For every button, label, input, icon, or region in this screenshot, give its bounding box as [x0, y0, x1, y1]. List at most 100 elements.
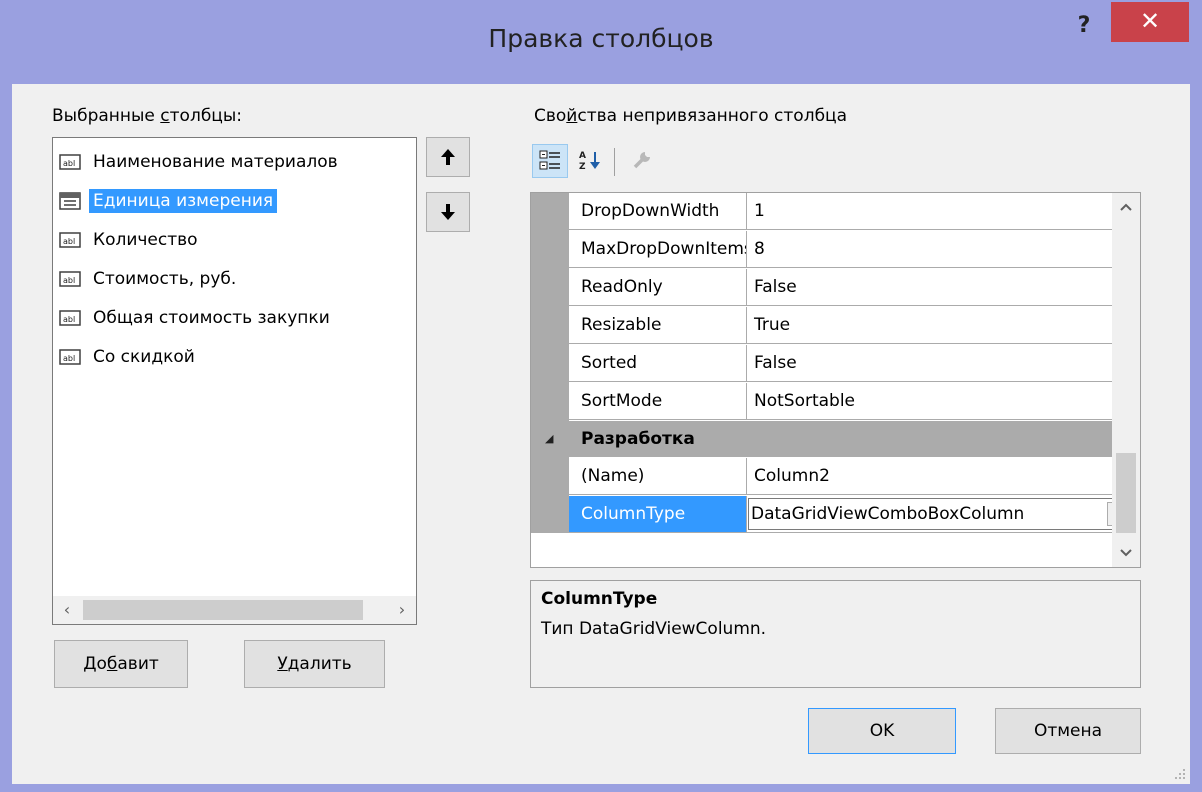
help-description: Тип DataGridViewColumn. — [541, 619, 767, 639]
property-grid: DropDownWidth 1 MaxDropDownItems 8 ReadO… — [530, 192, 1141, 568]
dialog-window: Правка столбцов ? ✕ Выбранные столбцы: a… — [0, 0, 1202, 792]
alphabetical-view-button[interactable]: AZ — [572, 144, 608, 178]
help-button[interactable]: ? — [1064, 10, 1104, 46]
btn-access-key: б — [106, 654, 118, 674]
svg-text:Z: Z — [579, 162, 586, 171]
property-row-dropdownwidth[interactable]: DropDownWidth 1 — [569, 193, 1137, 230]
svg-text:abl: abl — [63, 237, 75, 246]
category-row-design[interactable]: ◢ Разработка — [531, 421, 1137, 457]
selected-columns-label: Выбранные столбцы: — [52, 106, 242, 126]
window-title: Правка столбцов — [488, 24, 714, 53]
property-row-sorted[interactable]: Sorted False — [569, 345, 1137, 382]
property-name: ColumnType — [569, 496, 747, 532]
collapse-triangle-icon[interactable]: ◢ — [545, 421, 553, 457]
category-name: Разработка — [581, 429, 695, 449]
label-part: Сво — [534, 106, 567, 126]
arrow-up-icon — [441, 149, 455, 165]
list-item-4[interactable]: abl Общая стоимость закупки — [59, 302, 334, 334]
svg-text:abl: abl — [63, 276, 75, 285]
columntype-combobox[interactable]: DataGridViewComboBoxColumn — [748, 498, 1134, 530]
property-row-columntype[interactable]: ColumnType DataGridViewComboBoxColumn — [569, 496, 1137, 533]
property-row-readonly[interactable]: ReadOnly False — [569, 269, 1137, 306]
btn-text: До — [83, 654, 107, 674]
column-label: Наименование материалов — [93, 152, 338, 172]
combobox-value: DataGridViewComboBoxColumn — [751, 504, 1025, 524]
property-name: (Name) — [569, 458, 747, 494]
cancel-button[interactable]: Отмена — [995, 708, 1141, 754]
property-value[interactable]: False — [748, 269, 1137, 305]
unbound-column-properties-label: Свойства непривязанного столбца — [534, 106, 847, 126]
svg-text:abl: abl — [63, 315, 75, 324]
btn-access-key: У — [277, 654, 288, 674]
textbox-column-icon: abl — [59, 349, 81, 365]
scroll-down-icon[interactable] — [1112, 539, 1140, 567]
list-item-3[interactable]: abl Стоимость, руб. — [59, 263, 240, 295]
property-value[interactable]: False — [748, 345, 1137, 381]
scroll-left-icon[interactable]: ‹ — [53, 596, 81, 624]
property-value[interactable]: True — [748, 307, 1137, 343]
toolbar-separator — [614, 148, 615, 176]
combobox-column-icon — [59, 192, 81, 210]
column-label: Стоимость, руб. — [93, 269, 237, 289]
btn-text: далить — [287, 654, 352, 674]
scroll-up-icon[interactable] — [1112, 193, 1140, 221]
scroll-thumb[interactable] — [1116, 453, 1136, 533]
btn-text: авит — [117, 654, 159, 674]
grid-margin — [531, 193, 569, 533]
resize-grip-icon[interactable] — [1172, 766, 1186, 780]
property-row-name[interactable]: (Name) Column2 — [569, 458, 1137, 495]
categorized-view-button[interactable] — [532, 144, 568, 178]
textbox-column-icon: abl — [59, 271, 81, 287]
label-part: Выбранные — [52, 106, 161, 126]
svg-text:abl: abl — [63, 159, 75, 168]
label-access-key: с — [160, 106, 170, 126]
column-label: Количество — [93, 230, 198, 250]
property-value[interactable]: 8 — [748, 231, 1137, 267]
property-name: MaxDropDownItems — [569, 231, 747, 267]
remove-button[interactable]: Удалить — [244, 640, 385, 688]
property-name: SortMode — [569, 383, 747, 419]
property-value-cell: DataGridViewComboBoxColumn — [748, 496, 1137, 532]
column-label: Единица измерения — [89, 189, 278, 213]
textbox-column-icon: abl — [59, 154, 81, 170]
sort-az-icon: AZ — [579, 151, 600, 172]
label-part: ства непривязанного столбца — [577, 106, 848, 126]
property-pages-button[interactable] — [624, 144, 660, 178]
column-label: Со скидкой — [93, 347, 195, 367]
property-name: ReadOnly — [569, 269, 747, 305]
property-value[interactable]: Column2 — [748, 458, 1137, 494]
textbox-column-icon: abl — [59, 310, 81, 326]
property-value[interactable]: NotSortable — [748, 383, 1137, 419]
svg-text:abl: abl — [63, 354, 75, 363]
property-name: Sorted — [569, 345, 747, 381]
svg-text:A: A — [579, 151, 586, 161]
dialog-client-area: Выбранные столбцы: abl Наименование матер… — [12, 84, 1190, 784]
label-part: толбцы: — [169, 106, 243, 126]
horizontal-scrollbar[interactable]: ‹ › — [53, 596, 416, 624]
property-row-maxdropdownitems[interactable]: MaxDropDownItems 8 — [569, 231, 1137, 268]
list-item-5[interactable]: abl Со скидкой — [59, 341, 199, 373]
textbox-column-icon: abl — [59, 232, 81, 248]
scroll-thumb[interactable] — [83, 600, 363, 620]
property-name: Resizable — [569, 307, 747, 343]
close-button[interactable]: ✕ — [1111, 2, 1189, 42]
vertical-scrollbar[interactable] — [1112, 193, 1140, 567]
list-item-1[interactable]: Единица измерения — [59, 185, 278, 217]
wrench-icon — [633, 152, 650, 169]
list-item-2[interactable]: abl Количество — [59, 224, 202, 256]
title-bar: Правка столбцов ? ✕ — [0, 0, 1202, 84]
arrow-down-icon — [441, 204, 455, 220]
move-up-button[interactable] — [426, 137, 470, 177]
columns-listbox[interactable]: abl Наименование материалов Единица измер… — [52, 137, 417, 625]
scroll-right-icon[interactable]: › — [388, 596, 416, 624]
categorized-icon — [539, 150, 560, 170]
property-name: DropDownWidth — [569, 193, 747, 229]
move-down-button[interactable] — [426, 192, 470, 232]
list-item-0[interactable]: abl Наименование материалов — [59, 146, 342, 178]
help-title: ColumnType — [541, 589, 658, 609]
add-button[interactable]: Добавит — [54, 640, 188, 688]
property-row-sortmode[interactable]: SortMode NotSortable — [569, 383, 1137, 420]
ok-button[interactable]: OK — [808, 708, 956, 754]
property-row-resizable[interactable]: Resizable True — [569, 307, 1137, 344]
property-value[interactable]: 1 — [748, 193, 1137, 229]
